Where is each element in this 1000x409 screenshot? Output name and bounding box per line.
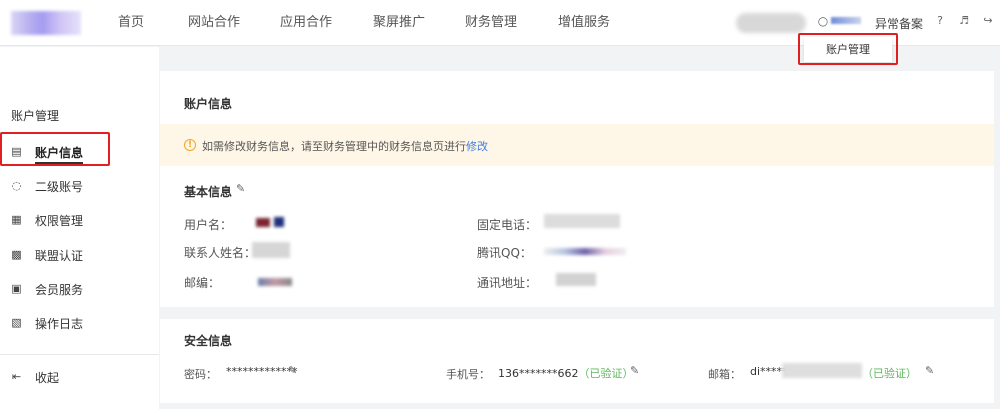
sidebar-item-sub-account[interactable]: ◌ 二级账号 xyxy=(0,169,159,203)
email-verified-status: （已验证） xyxy=(862,367,917,380)
sidebar-item-label: 会员服务 xyxy=(35,283,84,297)
sidebar-item-label: 联盟认证 xyxy=(35,249,84,263)
sub-account-icon: ◌ xyxy=(11,179,22,192)
sidebar-item-permission[interactable]: ▦ 权限管理 xyxy=(0,203,159,237)
log-icon: ▧ xyxy=(11,316,22,329)
sound-icon[interactable]: ♬ xyxy=(957,14,971,28)
logout-icon[interactable]: ↪ xyxy=(981,14,995,28)
account-name-redacted[interactable] xyxy=(831,17,861,24)
main-nav: 首页 网站合作 应用合作 聚屏推广 财务管理 增值服务 xyxy=(118,0,638,46)
sidebar-item-member[interactable]: ▣ 会员服务 xyxy=(0,272,159,306)
username-value-redacted xyxy=(256,218,270,227)
sidebar-item-label: 操作日志 xyxy=(35,317,84,331)
collapse-label: 收起 xyxy=(35,371,60,385)
address-label: 通讯地址： xyxy=(477,276,538,290)
sidebar-divider xyxy=(0,354,159,355)
sidebar-item-label: 权限管理 xyxy=(35,214,84,228)
notice-modify-link[interactable]: 修改 xyxy=(466,140,488,153)
help-icon[interactable]: ? xyxy=(933,14,947,28)
sidebar-section-title: 账户管理 xyxy=(11,109,60,123)
nav-value-added[interactable]: 增值服务 xyxy=(558,0,638,46)
security-info-title: 安全信息 xyxy=(184,334,233,348)
edit-icon[interactable]: ✎ xyxy=(925,365,936,376)
notice-banner: ! 如需修改财务信息，请至财务管理中的财务信息页进行修改 xyxy=(160,124,994,166)
user-name-redacted[interactable] xyxy=(736,13,806,33)
logo[interactable] xyxy=(11,11,81,35)
password-label: 密码： xyxy=(184,368,217,381)
account-info-title: 账户信息 xyxy=(184,97,233,111)
profile-icon: ▤ xyxy=(11,145,22,158)
sidebar: 账户管理 ▤ 账户信息 ◌ 二级账号 ▦ 权限管理 ▩ 联盟认证 ▣ 会员服务 … xyxy=(0,47,159,409)
account-management-dropdown-item[interactable]: 账户管理 xyxy=(804,37,892,62)
username-label: 用户名： xyxy=(184,218,233,232)
contact-name-label: 联系人姓名： xyxy=(184,246,257,260)
notice-text: 如需修改财务信息，请至财务管理中的财务信息页进行修改 xyxy=(202,140,488,153)
member-icon: ▣ xyxy=(11,282,22,295)
landline-label: 固定电话： xyxy=(477,218,538,232)
collapse-icon: ⇤ xyxy=(11,370,22,383)
landline-redacted xyxy=(544,214,620,228)
edit-icon[interactable]: ✎ xyxy=(236,183,247,194)
nav-website-cooperation[interactable]: 网站合作 xyxy=(188,0,280,46)
sidebar-item-label: 账户信息 xyxy=(35,144,84,164)
account-icon[interactable]: ○ xyxy=(816,14,830,28)
sidebar-item-certification[interactable]: ▩ 联盟认证 xyxy=(0,238,159,272)
qq-redacted xyxy=(544,248,626,255)
edit-icon[interactable]: ✎ xyxy=(630,365,641,376)
nav-screen-promotion[interactable]: 聚屏推广 xyxy=(373,0,465,46)
basic-info-title: 基本信息 xyxy=(184,185,233,199)
email-label: 邮箱： xyxy=(708,368,741,381)
postcode-redacted xyxy=(258,278,292,286)
postcode-label: 邮编： xyxy=(184,276,221,290)
security-info-card: 安全信息 密码： ************* ✎ 手机号： 136*******… xyxy=(160,319,994,403)
nav-home[interactable]: 首页 xyxy=(118,0,188,46)
sidebar-collapse-button[interactable]: ⇤ 收起 xyxy=(0,360,159,394)
permission-icon: ▦ xyxy=(11,213,22,226)
warning-icon: ! xyxy=(184,139,196,151)
phone-value: 136*******662（已验证） xyxy=(498,367,634,380)
phone-verified-status: （已验证） xyxy=(578,367,634,380)
certification-icon: ▩ xyxy=(11,248,22,261)
password-value: ************* xyxy=(226,365,298,378)
sidebar-item-account-info[interactable]: ▤ 账户信息 xyxy=(0,135,159,169)
sidebar-item-label: 二级账号 xyxy=(35,180,84,194)
account-info-card: 账户信息 ! 如需修改财务信息，请至财务管理中的财务信息页进行修改 基本信息 ✎… xyxy=(160,71,994,307)
nav-app-cooperation[interactable]: 应用合作 xyxy=(280,0,373,46)
email-redacted xyxy=(782,363,862,378)
address-redacted xyxy=(556,273,596,286)
edit-icon[interactable]: ✎ xyxy=(288,365,299,376)
phone-label: 手机号： xyxy=(446,368,490,381)
qq-label: 腾讯QQ： xyxy=(477,246,532,260)
contact-name-redacted xyxy=(252,242,290,258)
nav-finance[interactable]: 财务管理 xyxy=(465,0,558,46)
username-value-redacted xyxy=(274,217,284,227)
sidebar-item-operation-log[interactable]: ▧ 操作日志 xyxy=(0,306,159,340)
anomaly-filing-link[interactable]: 异常备案 xyxy=(875,15,923,32)
